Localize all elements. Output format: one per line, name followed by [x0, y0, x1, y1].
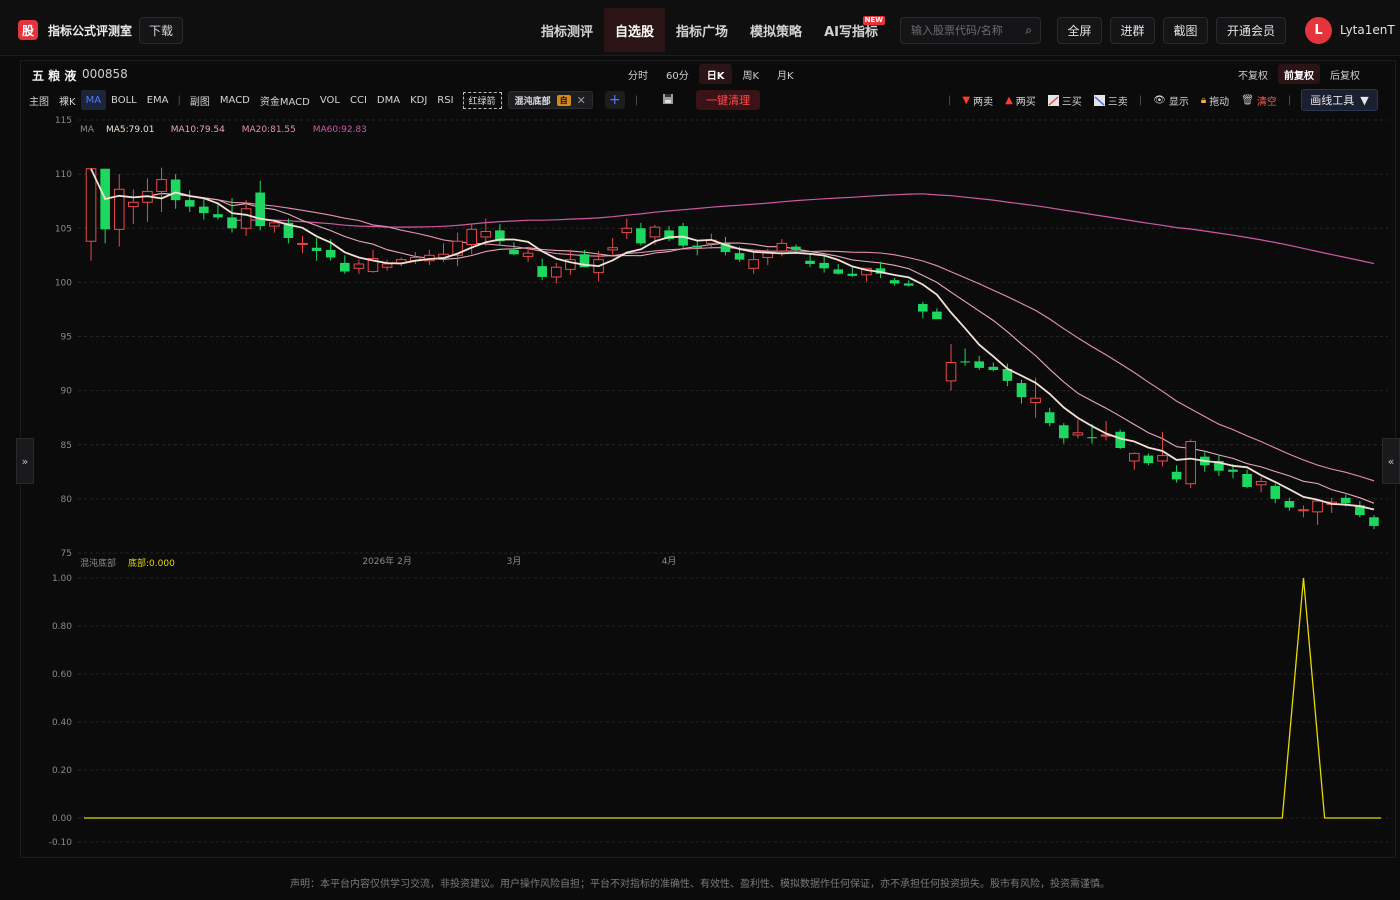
ma-legend-item: MA60:92.83: [313, 125, 367, 135]
y-tick-label: 115: [55, 116, 72, 126]
candle-down: [889, 280, 900, 284]
candle-up: [1312, 500, 1323, 513]
candle-down: [932, 311, 942, 320]
candle-up: [945, 361, 957, 382]
sub-legend-item: 底部:0.000: [128, 557, 175, 569]
ma5-line: [90, 168, 1375, 511]
candle-up: [128, 201, 139, 208]
candle-down: [819, 262, 829, 269]
sub-y-tick-label: 0.00: [52, 814, 72, 824]
candle-up: [297, 242, 308, 245]
x-tick-label: 4月: [662, 556, 677, 567]
candle-down: [1016, 383, 1027, 398]
candle-down: [1044, 412, 1055, 424]
sub-y-tick-label: -0.10: [49, 838, 73, 848]
x-tick-label: 3月: [507, 556, 522, 567]
candle-down: [227, 217, 237, 229]
candle-up: [1072, 432, 1084, 436]
y-tick-label: 110: [55, 170, 72, 180]
candle-up: [1298, 509, 1309, 512]
candle-up: [649, 226, 661, 238]
candle-up: [353, 263, 365, 269]
ma10-line: [90, 168, 1375, 504]
kline-chart-canvas[interactable]: 115 110 105 100 95 90 85 80 75 2026年 2月 3月 4月 MA MA5:…: [0, 0, 1400, 860]
candle-up: [240, 208, 252, 229]
sub-y-tick-label: 0.40: [52, 718, 72, 728]
y-tick-label: 85: [61, 441, 72, 451]
candle-down: [1171, 471, 1182, 480]
y-tick-label: 80: [61, 495, 73, 505]
y-tick-label: 75: [61, 549, 72, 559]
candle-down: [340, 262, 350, 272]
candle-down: [1242, 473, 1252, 487]
candle-up: [748, 259, 759, 269]
candle-down: [918, 304, 928, 312]
y-tick-label: 95: [61, 333, 72, 343]
candle-down: [636, 228, 646, 244]
candle-down: [791, 246, 801, 250]
candle-up: [1030, 397, 1041, 404]
candle-down: [1270, 485, 1281, 499]
candle-up: [85, 168, 97, 242]
ma-legend-item: MA10:79.54: [171, 125, 225, 135]
candle-down: [847, 273, 858, 276]
ma20-line: [90, 168, 1375, 482]
candle-down: [170, 179, 181, 201]
candle-down: [1228, 469, 1238, 472]
candle-down: [960, 361, 970, 363]
candle-down: [1340, 497, 1351, 504]
candle-up: [776, 242, 788, 252]
sub-y-tick-label: 0.80: [52, 622, 72, 632]
candle-down: [1059, 425, 1069, 439]
candle-up: [607, 247, 618, 251]
candle-up: [480, 230, 492, 238]
candle-down: [184, 200, 195, 207]
candle-down: [734, 253, 745, 260]
y-tick-label: 90: [61, 387, 73, 397]
candle-down: [199, 206, 209, 214]
sub-y-tick-label: 0.60: [52, 670, 72, 680]
candle-up: [1157, 455, 1168, 462]
candle-down: [988, 366, 999, 371]
candle-up: [621, 227, 633, 234]
x-tick-label: 2026年 2月: [362, 555, 412, 567]
candle-up: [1255, 481, 1267, 486]
candle-up: [1185, 441, 1196, 485]
candle-down: [325, 249, 336, 258]
candle-down: [1087, 437, 1097, 439]
ma-legend-item: MA5:79.01: [106, 125, 154, 135]
disclaimer-text: 声明：本平台内容仅供学习交流，非投资建议。用户操作风险自担；平台不对指标的准确性…: [290, 879, 1110, 890]
candle-down: [1369, 517, 1379, 526]
candle-down: [255, 192, 266, 227]
candle-down: [537, 266, 547, 277]
candle-down: [805, 260, 815, 264]
ma-legend-item: MA20:81.55: [242, 125, 296, 135]
candle-down: [213, 214, 223, 218]
candle-down: [311, 247, 322, 251]
candle-up: [381, 263, 393, 268]
candle-up: [1128, 452, 1140, 462]
candle-down: [833, 269, 844, 274]
candle-down: [1143, 455, 1154, 464]
candle-down: [692, 245, 703, 248]
candle-up: [156, 179, 167, 192]
candle-up: [269, 222, 280, 227]
sub-y-tick-label: 1.00: [52, 574, 72, 584]
ma-legend-label: MA: [80, 125, 95, 135]
candle-down: [903, 283, 914, 286]
y-tick-label: 105: [55, 224, 72, 234]
candle-down: [509, 249, 519, 255]
candle-up: [466, 228, 477, 245]
bottom-signal-line: [84, 577, 1381, 819]
sub-legend-label: 混沌底部: [80, 557, 116, 569]
y-tick-label: 100: [55, 278, 72, 288]
candle-down: [1284, 501, 1295, 508]
candle-down: [974, 361, 985, 368]
candle-up: [522, 252, 534, 257]
candle-up: [550, 266, 562, 278]
sub-y-tick-label: 0.20: [52, 766, 72, 776]
